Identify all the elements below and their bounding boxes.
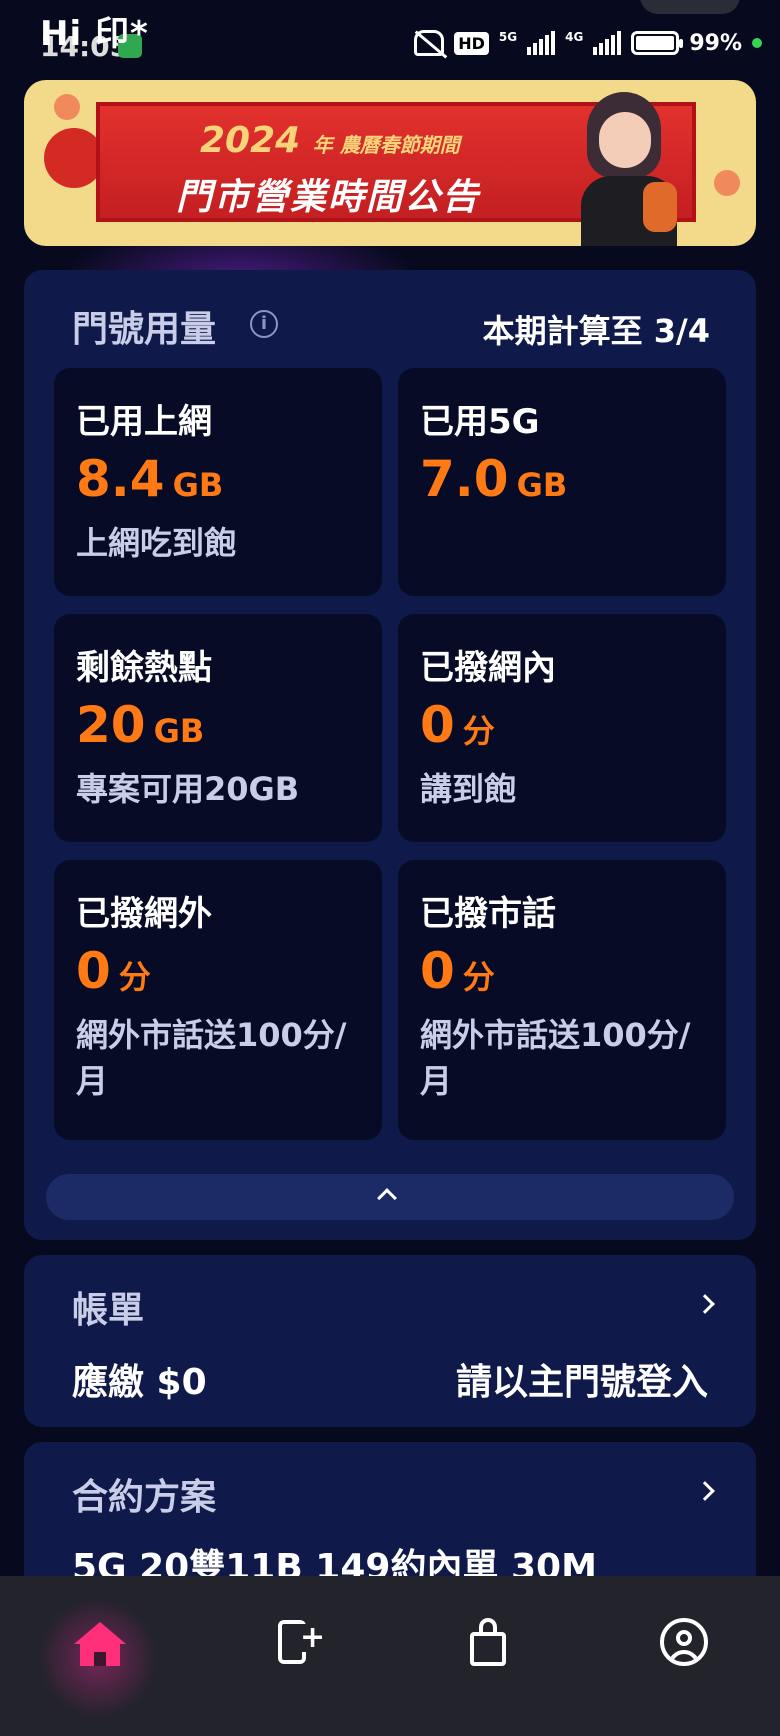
bill-title: 帳單 — [72, 1290, 145, 1331]
promo-banner[interactable]: 2024 年 農曆春節期間 門市營業時間公告 — [24, 80, 756, 246]
value-unit: GB — [516, 466, 568, 504]
value-number: 7.0 — [420, 450, 509, 508]
net-5g-label: 5G — [498, 30, 518, 44]
tile-value: 8.4 GB — [76, 450, 223, 508]
login-hint[interactable]: 請以主門號登入 — [456, 1353, 708, 1405]
plan-title: 合約方案 — [72, 1477, 217, 1518]
flower-icon — [714, 170, 740, 196]
battery-level: 99% — [689, 30, 742, 56]
banner-subtitle-text: 年 農曆春節期間 — [312, 133, 460, 157]
nav-add-phone[interactable]: + — [270, 1616, 350, 1696]
tile-label: 剩餘熱點 — [76, 648, 212, 688]
value-number: 0 — [76, 942, 111, 1000]
top-pill — [640, 0, 740, 14]
usage-card: 門號用量 i 本期計算至 3/4 已用上網 8.4 GB 上網吃到飽 已用5G 7… — [24, 270, 756, 1240]
value-unit: GB — [172, 466, 224, 504]
chevron-right-icon[interactable] — [695, 1481, 715, 1501]
usage-tile-5g[interactable]: 已用5G 7.0 GB — [398, 368, 726, 596]
usage-tile-onnet-calls[interactable]: 已撥網內 0分 講到飽 — [398, 614, 726, 842]
tile-value: 0分 — [76, 942, 151, 1000]
tile-value: 0分 — [420, 942, 495, 1000]
tile-note: 網外市話送100分/月 — [420, 1016, 691, 1100]
tile-note: 上網吃到飽 — [76, 524, 237, 562]
mute-bell-icon — [414, 30, 445, 56]
usage-tile-data[interactable]: 已用上網 8.4 GB 上網吃到飽 — [54, 368, 382, 596]
home-icon — [74, 1622, 126, 1644]
chevron-right-icon[interactable] — [695, 1294, 715, 1314]
status-bar: 14:05 Hi 印* HD 5G 4G 99% — [0, 0, 780, 80]
value-number: 0 — [420, 696, 455, 754]
tile-note: 講到飽 — [420, 770, 517, 808]
tile-value: 0分 — [420, 696, 495, 754]
status-icons: HD 5G 4G 99% — [414, 30, 762, 56]
collapse-button[interactable] — [46, 1174, 734, 1220]
value-unit: 分 — [462, 958, 495, 996]
banner-subtitle: 2024 年 農曆春節期間 — [200, 120, 460, 161]
mascot-illustration — [559, 86, 699, 246]
tile-label: 已撥市話 — [420, 894, 556, 934]
tile-value: 7.0 GB — [420, 450, 567, 508]
usage-tile-landline-calls[interactable]: 已撥市話 0分 網外市話送100分/月 — [398, 860, 726, 1140]
usage-tile-hotspot[interactable]: 剩餘熱點 20 GB 專案可用20GB — [54, 614, 382, 842]
value-unit: 分 — [462, 712, 495, 750]
banner-year: 2024 — [200, 120, 301, 161]
value-number: 20 — [76, 696, 146, 754]
banner-title: 門市營業時間公告 — [176, 177, 481, 218]
usage-tile-offnet-calls[interactable]: 已撥網外 0分 網外市話送100分/月 — [54, 860, 382, 1140]
billing-period: 本期計算至 3/4 — [482, 312, 710, 350]
signal-icon — [593, 31, 622, 55]
value-unit: 分 — [118, 958, 151, 996]
hd-badge: HD — [454, 31, 489, 55]
battery-icon — [631, 31, 684, 55]
signal-icon — [527, 31, 556, 55]
flower-icon — [54, 94, 80, 120]
tile-label: 已用5G — [420, 402, 540, 442]
amount-due: 應繳 $0 — [72, 1362, 207, 1403]
tile-value: 20 GB — [76, 696, 204, 754]
nav-home[interactable] — [66, 1616, 146, 1696]
bill-card[interactable]: 帳單 應繳 $0 請以主門號登入 — [24, 1255, 756, 1427]
net-4g-label: 4G — [565, 30, 584, 44]
user-icon — [660, 1618, 708, 1666]
value-unit: GB — [153, 712, 205, 750]
tile-note: 專案可用20GB — [76, 770, 300, 808]
nav-account[interactable] — [656, 1616, 736, 1696]
value-number: 8.4 — [76, 450, 165, 508]
chevron-up-icon — [377, 1188, 397, 1208]
value-number: 0 — [420, 942, 455, 1000]
fan-decoration-icon — [44, 128, 104, 188]
bottom-nav: + — [0, 1576, 780, 1736]
tile-label: 已撥網外 — [76, 894, 212, 934]
tile-note: 網外市話送100分/月 — [76, 1016, 347, 1100]
usage-title: 門號用量 — [72, 309, 217, 350]
greeting: Hi 印* — [40, 14, 149, 54]
tile-label: 已用上網 — [76, 402, 212, 442]
info-icon[interactable]: i — [250, 310, 278, 338]
privacy-dot-icon — [752, 38, 762, 48]
nav-shop[interactable] — [460, 1616, 540, 1696]
tile-label: 已撥網內 — [420, 648, 556, 688]
